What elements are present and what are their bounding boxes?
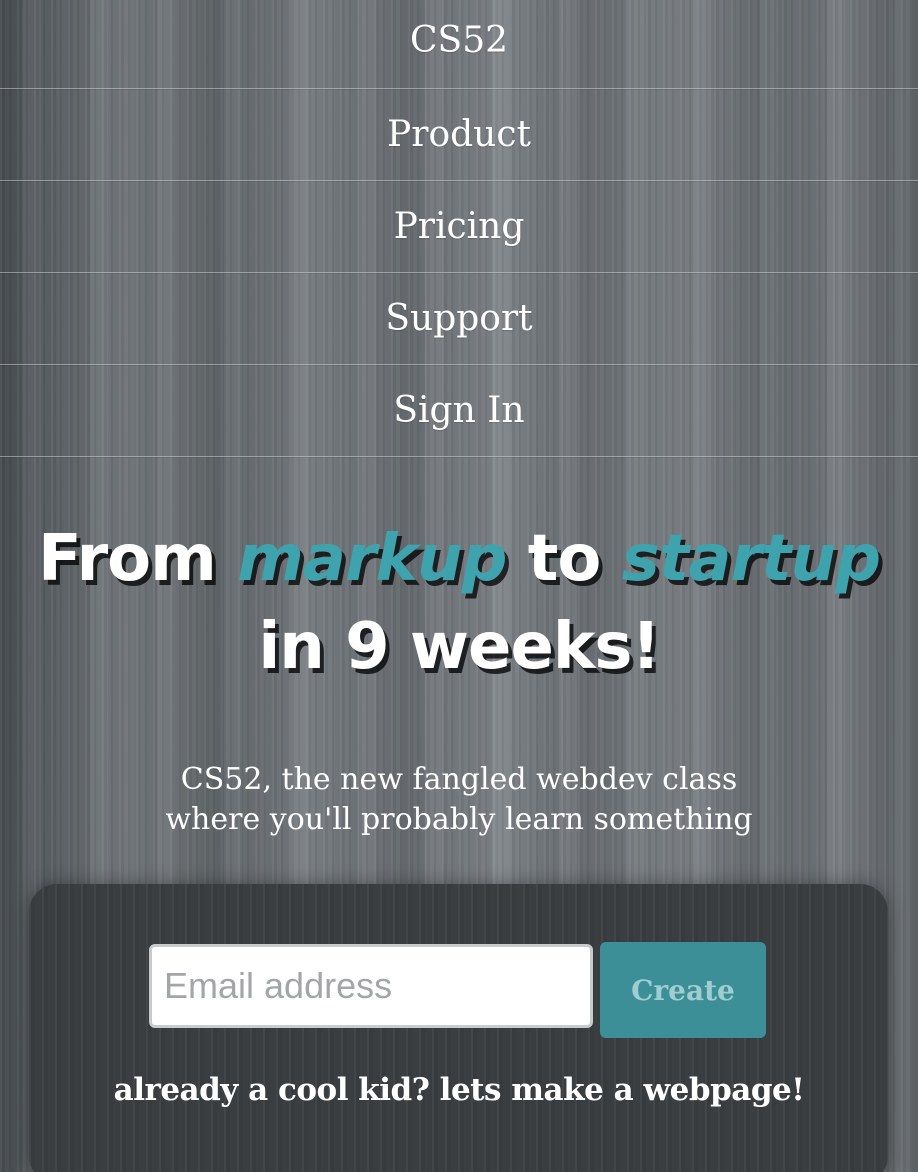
nav-item-label: Pricing xyxy=(393,206,525,247)
subtitle-line2: where you'll probably learn something xyxy=(165,802,753,837)
nav-brand-cs52[interactable]: CS52 xyxy=(0,0,918,89)
nav-item-label: Product xyxy=(387,114,531,155)
nav-item-sign-in[interactable]: Sign In xyxy=(0,365,918,457)
nav-item-pricing[interactable]: Pricing xyxy=(0,181,918,273)
headline-line2: in 9 weeks! xyxy=(258,610,660,684)
nav-item-label: Support xyxy=(385,298,533,339)
subtitle-line1: CS52, the new fangled webdev class xyxy=(180,762,738,797)
nav-item-product[interactable]: Product xyxy=(0,89,918,181)
hero-section: From markup to startup in 9 weeks! xyxy=(0,515,918,691)
hero-subtitle: CS52, the new fangled webdev class where… xyxy=(0,760,918,840)
nav-item-label: Sign In xyxy=(393,390,525,431)
nav-item-support[interactable]: Support xyxy=(0,273,918,365)
headline-accent-markup: markup xyxy=(237,522,507,596)
headline-accent-startup: startup xyxy=(621,522,881,596)
headline-word-from: From xyxy=(37,522,217,596)
nav-brand-label: CS52 xyxy=(409,20,508,61)
cool-kid-link[interactable]: already a cool kid? lets make a webpage! xyxy=(0,1072,918,1108)
main-nav: CS52 Product Pricing Support Sign In xyxy=(0,0,918,457)
email-input[interactable] xyxy=(149,944,593,1028)
create-button[interactable]: Create xyxy=(600,942,766,1038)
hero-headline: From markup to startup in 9 weeks! xyxy=(0,515,918,691)
headline-word-to: to xyxy=(527,522,602,596)
